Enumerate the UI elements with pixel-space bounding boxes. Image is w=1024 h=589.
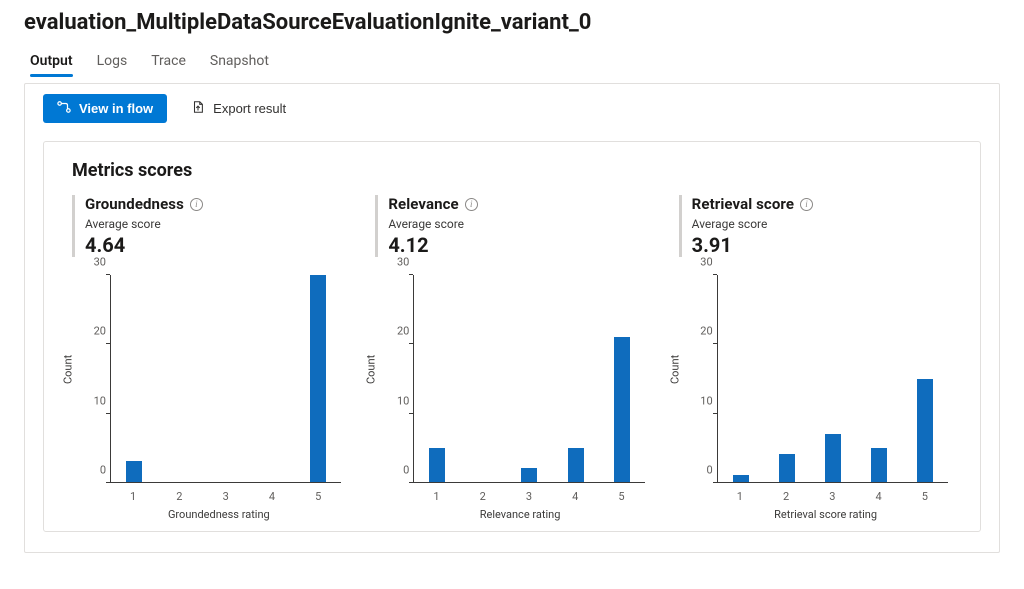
info-icon[interactable]: i: [465, 198, 478, 211]
avg-score-value: 4.64: [85, 233, 345, 257]
y-tick-label: 10: [375, 394, 409, 407]
toolbar: View in flow Export result: [25, 84, 999, 133]
avg-score-label: Average score: [692, 217, 952, 231]
bar: [310, 275, 326, 482]
y-tick-label: 20: [72, 325, 106, 338]
tabs: Output Logs Trace Snapshot: [0, 41, 1024, 77]
bar: [871, 448, 887, 482]
bar: [733, 475, 749, 482]
bar: [568, 448, 584, 482]
view-in-flow-button[interactable]: View in flow: [43, 94, 167, 123]
chart-relevance: 010203012345CountRelevance rating: [375, 271, 648, 521]
x-tick-label: 2: [480, 490, 486, 503]
tab-output[interactable]: Output: [30, 47, 73, 77]
tab-logs[interactable]: Logs: [97, 47, 128, 77]
metric-title-text: Retrieval score: [692, 195, 794, 213]
x-tick-label: 2: [783, 490, 789, 503]
y-axis-label: Count: [668, 354, 681, 383]
y-tick-label: 0: [679, 464, 713, 477]
metric-card-relevance: Relevance i Average score 4.12 0 10 20 30 1 2…: [375, 195, 648, 521]
avg-score-value: 4.12: [388, 233, 648, 257]
bar: [917, 379, 933, 483]
x-tick-label: 4: [572, 490, 578, 503]
metric-card-retrieval: Retrieval score i Average score 3.91 0 10…: [679, 195, 952, 521]
y-tick-label: 30: [375, 256, 409, 269]
metric-header: Groundedness i Average score 4.64: [72, 195, 345, 257]
x-tick-label: 1: [433, 490, 439, 503]
y-tick-label: 10: [679, 394, 713, 407]
x-tick-label: 5: [315, 490, 321, 503]
y-tick-label: 0: [375, 464, 409, 477]
bar: [825, 434, 841, 482]
bar: [429, 448, 445, 482]
x-tick-label: 3: [829, 490, 835, 503]
x-axis-label: Relevance rating: [480, 508, 561, 521]
x-tick-label: 4: [269, 490, 275, 503]
x-tick-label: 3: [223, 490, 229, 503]
export-icon: [191, 100, 205, 117]
export-result-button[interactable]: Export result: [187, 94, 290, 123]
metric-title: Relevance i: [388, 195, 648, 213]
x-tick-label: 4: [875, 490, 881, 503]
metric-title-text: Relevance: [388, 195, 458, 213]
y-tick-label: 20: [375, 325, 409, 338]
export-result-label: Export result: [213, 101, 286, 116]
chart-retrieval: 010203012345CountRetrieval score rating: [679, 271, 952, 521]
view-in-flow-label: View in flow: [79, 101, 153, 116]
x-tick-label: 5: [922, 490, 928, 503]
y-axis-label: Count: [365, 354, 378, 383]
metric-title: Retrieval score i: [692, 195, 952, 213]
page-title: evaluation_MultipleDataSourceEvaluationI…: [0, 0, 1024, 41]
bar: [779, 454, 795, 482]
flow-icon: [57, 100, 71, 117]
y-axis-label: Count: [62, 354, 75, 383]
info-icon[interactable]: i: [800, 198, 813, 211]
x-tick-label: 2: [176, 490, 182, 503]
bar: [521, 468, 537, 482]
bar: [126, 461, 142, 482]
chart-groundedness: 010203012345CountGroundedness rating: [72, 271, 345, 521]
metric-card-groundedness: Groundedness i Average score 4.64 0 10 20 3…: [72, 195, 345, 521]
y-tick-label: 0: [72, 464, 106, 477]
avg-score-label: Average score: [85, 217, 345, 231]
metric-header: Retrieval score i Average score 3.91: [679, 195, 952, 257]
y-tick-label: 30: [72, 256, 106, 269]
x-axis-label: Groundedness rating: [168, 508, 270, 521]
x-tick-label: 1: [737, 490, 743, 503]
avg-score-value: 3.91: [692, 233, 952, 257]
metric-title-text: Groundedness: [85, 195, 184, 213]
info-icon[interactable]: i: [190, 198, 203, 211]
avg-score-label: Average score: [388, 217, 648, 231]
bar: [614, 337, 630, 482]
x-tick-label: 3: [526, 490, 532, 503]
x-tick-label: 1: [130, 490, 136, 503]
section-title: Metrics scores: [44, 160, 980, 195]
y-tick-label: 10: [72, 394, 106, 407]
y-tick-label: 30: [679, 256, 713, 269]
x-axis-label: Retrieval score rating: [774, 508, 877, 521]
y-tick-label: 20: [679, 325, 713, 338]
output-panel: View in flow Export result Metrics score…: [24, 83, 1000, 553]
tab-trace[interactable]: Trace: [151, 47, 186, 77]
x-tick-label: 5: [618, 490, 624, 503]
metric-title: Groundedness i: [85, 195, 345, 213]
metric-cards: Groundedness i Average score 4.64 010203…: [44, 195, 980, 521]
metrics-panel: Metrics scores Groundedness i Average sc…: [43, 141, 981, 532]
metric-header: Relevance i Average score 4.12: [375, 195, 648, 257]
tab-snapshot[interactable]: Snapshot: [210, 47, 269, 77]
